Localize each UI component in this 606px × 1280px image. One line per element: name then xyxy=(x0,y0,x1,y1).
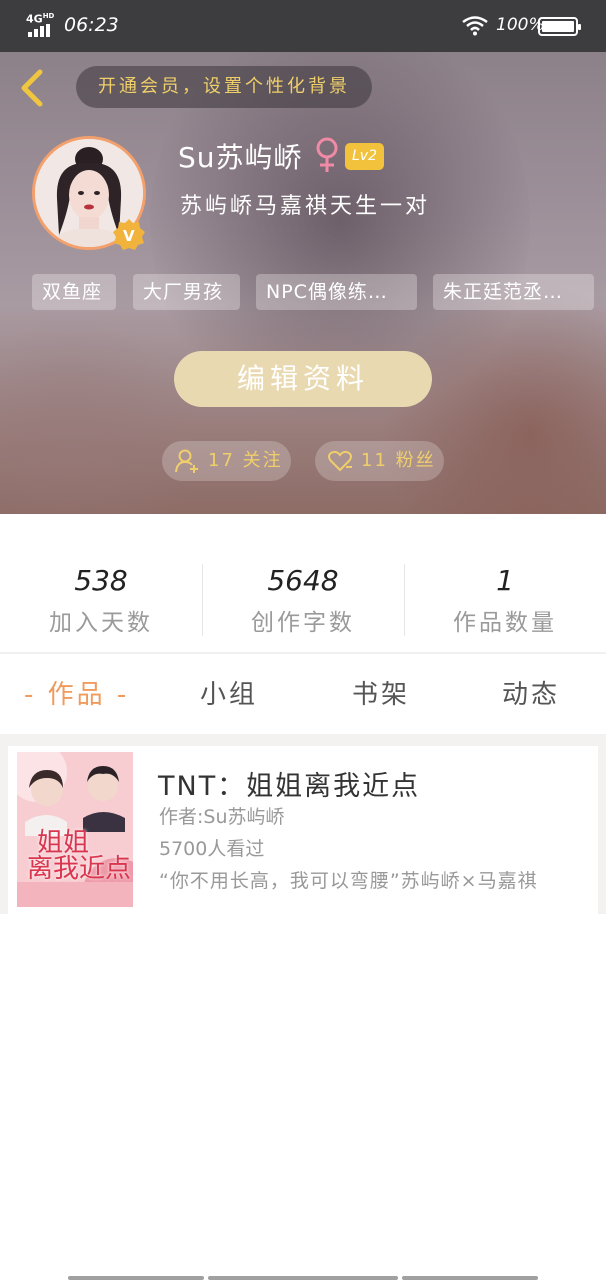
username: Su苏屿峤 xyxy=(178,141,303,174)
stat-join-days: 538 加入天数 xyxy=(0,564,202,637)
tab-works[interactable]: - 作品 - xyxy=(24,674,129,711)
book-description: “你不用长高，我可以弯腰”苏屿峤×马嘉祺 xyxy=(159,870,538,892)
tag-item: 朱正廷范丞… xyxy=(433,274,594,310)
vip-banner[interactable]: 开通会员，设置个性化背景 xyxy=(76,66,372,108)
signature: 苏屿峤马嘉祺天生一对 xyxy=(180,194,431,219)
book-views: 5700人看过 xyxy=(159,838,265,860)
stat-value: 1 xyxy=(496,564,514,597)
book-author: 作者:Su苏屿峤 xyxy=(159,806,285,828)
svg-text:V: V xyxy=(123,227,135,245)
book-card[interactable]: 姐姐 离我近点 TNT：姐姐离我近点 作者:Su苏屿峤 5700人看过 “你不用长… xyxy=(8,746,598,914)
cover-title: 姐姐 离我近点 xyxy=(27,828,132,884)
clock: 06:23 xyxy=(64,14,119,36)
tag-item: 大厂男孩 xyxy=(133,274,240,310)
add-user-icon xyxy=(175,449,198,473)
female-icon xyxy=(316,137,338,172)
wifi-icon xyxy=(462,16,488,36)
fans-count: 11 粉丝 xyxy=(361,450,436,471)
nav-bar xyxy=(402,1276,538,1280)
tab-groups[interactable]: 小组 xyxy=(200,674,258,711)
fans-button[interactable]: 11 粉丝 xyxy=(315,441,444,481)
stat-label: 加入天数 xyxy=(49,610,153,636)
content-tabs: - 作品 - 小组 书架 动态 xyxy=(0,654,606,734)
tab-bookshelf[interactable]: 书架 xyxy=(352,674,410,711)
level-badge: Lv2 xyxy=(345,143,384,170)
divider xyxy=(0,734,606,746)
stat-value: 538 xyxy=(74,564,128,597)
book-cover[interactable]: 姐姐 离我近点 xyxy=(17,752,133,907)
edit-profile-button[interactable]: 编辑资料 xyxy=(174,351,432,407)
stat-value: 5648 xyxy=(267,564,339,597)
nav-bar xyxy=(208,1276,398,1280)
stat-word-count: 5648 创作字数 xyxy=(202,564,404,637)
battery-icon xyxy=(538,17,581,36)
verified-icon: V xyxy=(113,219,145,250)
heart-icon xyxy=(328,450,352,472)
book-title[interactable]: TNT：姐姐离我近点 xyxy=(158,764,420,803)
status-bar: 4GHD 06:23 100% xyxy=(0,0,606,52)
stat-works-count: 1 作品数量 xyxy=(404,564,606,637)
stat-label: 作品数量 xyxy=(453,610,557,636)
signal-icon xyxy=(28,24,50,37)
following-button[interactable]: 17 关注 xyxy=(162,441,291,481)
following-count: 17 关注 xyxy=(208,450,283,471)
back-button[interactable] xyxy=(14,66,50,110)
profile-header: 开通会员，设置个性化背景 V Su苏屿峤 Lv2 苏屿峤马嘉祺天生一对 双鱼座 … xyxy=(0,52,606,514)
tab-activity[interactable]: 动态 xyxy=(502,674,560,711)
nav-bar xyxy=(68,1276,204,1280)
tag-item: NPC偶像练… xyxy=(256,274,417,310)
tag-item: 双鱼座 xyxy=(32,274,116,310)
stat-label: 创作字数 xyxy=(251,610,355,636)
stats-panel: 538 加入天数 5648 创作字数 1 作品数量 xyxy=(0,514,606,652)
